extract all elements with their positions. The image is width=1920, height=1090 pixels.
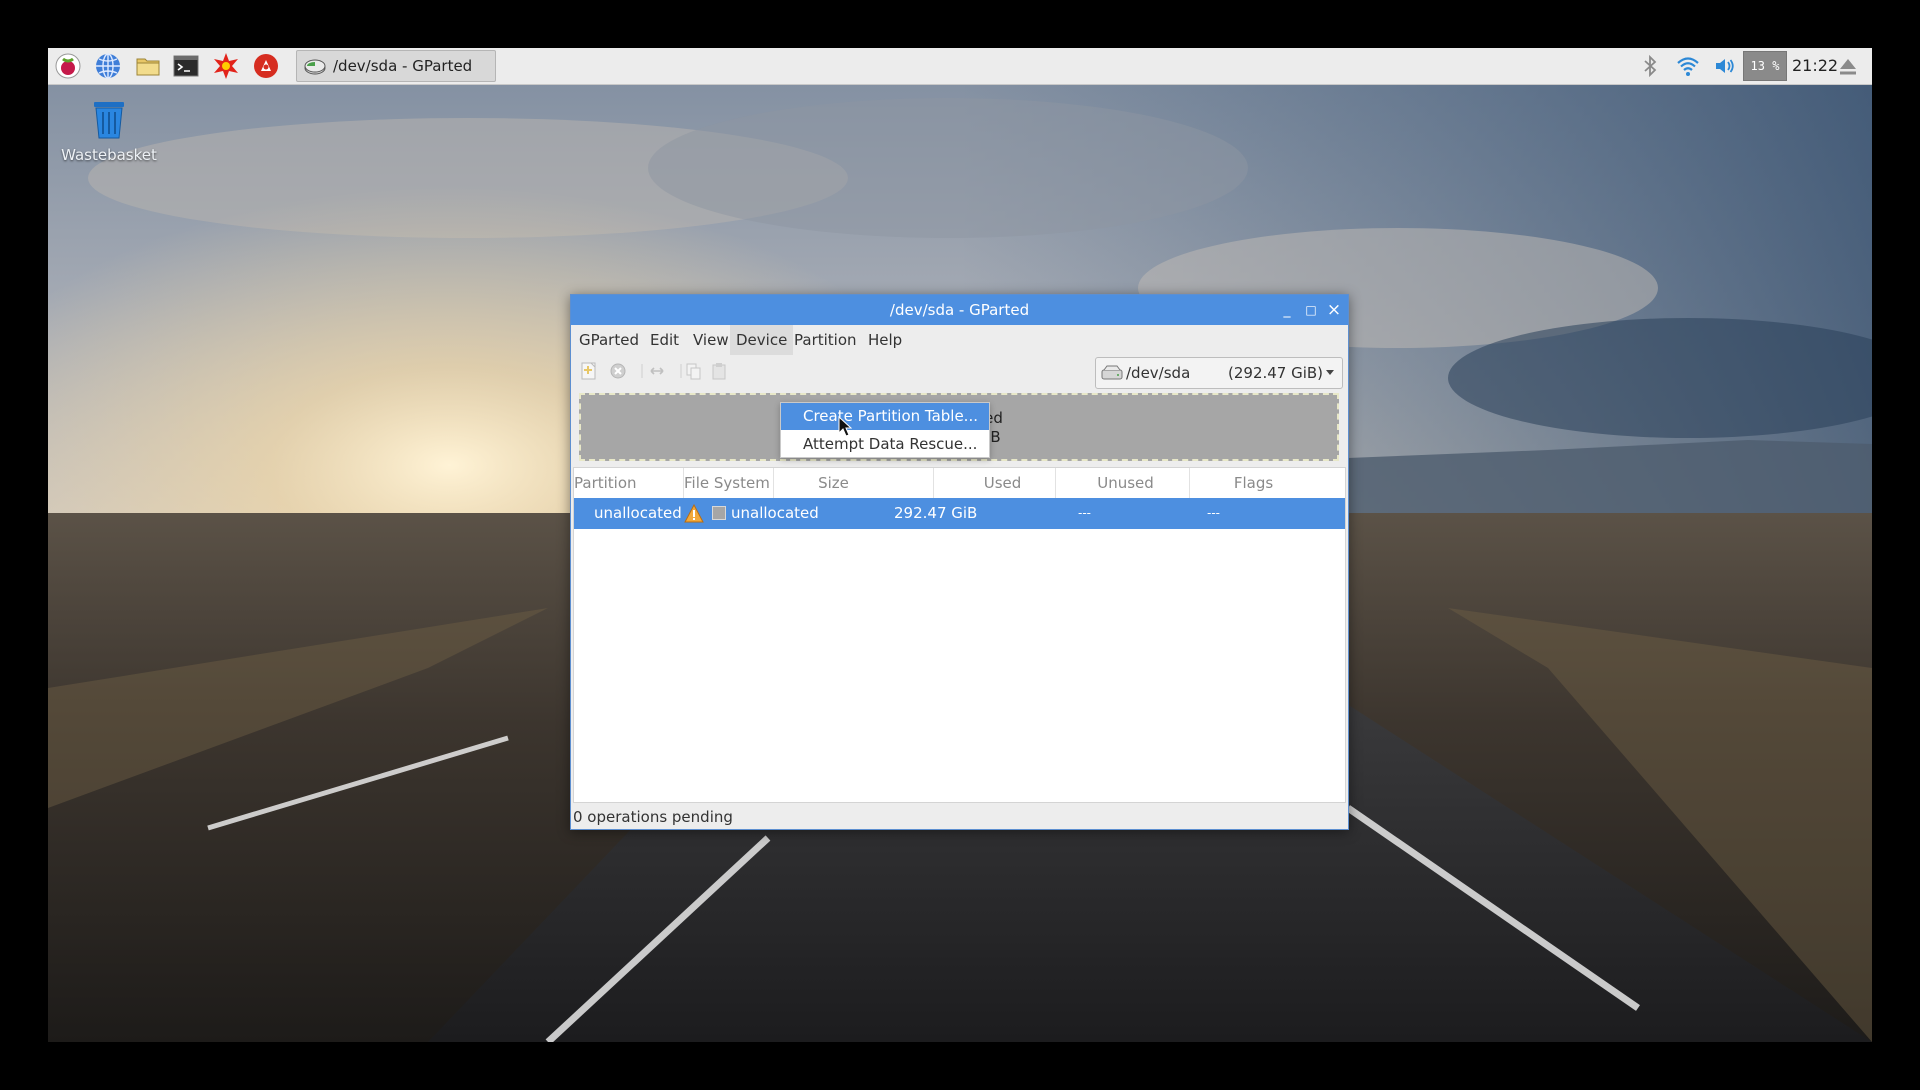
menu-item-attempt-data-rescue[interactable]: Attempt Data Rescue... <box>781 431 989 458</box>
menu-edit[interactable]: Edit <box>644 325 685 355</box>
mouse-pointer-icon <box>838 416 852 437</box>
cell-partition: unallocated <box>594 504 682 522</box>
filesystem-color-swatch <box>712 506 726 520</box>
delete-partition-icon[interactable] <box>608 361 628 381</box>
cell-unused: --- <box>1207 506 1220 520</box>
resize-move-icon[interactable] <box>647 361 667 381</box>
menu-help[interactable]: Help <box>862 325 908 355</box>
top-panel: /dev/sda - GParted 13 % 21:22 <box>48 48 1872 85</box>
menu-device[interactable]: Device <box>730 325 794 355</box>
column-header-used[interactable]: Used <box>934 468 1056 498</box>
column-header-size[interactable]: Size <box>774 468 934 498</box>
column-header-unused[interactable]: Unused <box>1056 468 1190 498</box>
cpu-monitor[interactable]: 13 % <box>1743 51 1787 81</box>
bluetooth-icon[interactable] <box>1638 52 1662 80</box>
close-button[interactable]: × <box>1323 300 1345 320</box>
new-partition-icon[interactable] <box>579 361 599 381</box>
maximize-button[interactable]: □ <box>1300 300 1322 320</box>
cpu-label: 13 % <box>1750 59 1780 73</box>
wolfram-icon[interactable] <box>250 51 282 81</box>
raspberry-menu-icon[interactable] <box>52 51 84 81</box>
status-bar: 0 operations pending <box>573 808 733 826</box>
menu-partition[interactable]: Partition <box>788 325 863 355</box>
desktop-screen: /dev/sda - GParted 13 % 21:22 Wastebaske… <box>48 48 1872 1042</box>
eject-icon[interactable] <box>1834 52 1862 80</box>
column-header-filesystem-label: File System <box>684 474 770 492</box>
gparted-window: /dev/sda - GParted _ □ × GParted Edit Vi… <box>570 294 1349 830</box>
gparted-app-icon <box>304 59 326 75</box>
cell-size: 292.47 GiB <box>894 504 978 522</box>
paste-icon[interactable] <box>709 361 729 381</box>
desktop-wastebasket[interactable]: Wastebasket <box>58 96 160 164</box>
table-row[interactable]: unallocated unallocated 292.47 GiB --- -… <box>574 498 1345 529</box>
device-menu-dropdown: Create Partition Table... Attempt Data R… <box>780 402 990 458</box>
wastebasket-icon <box>94 102 124 139</box>
copy-icon[interactable] <box>684 361 704 381</box>
cell-filesystem: unallocated <box>731 504 819 522</box>
terminal-icon[interactable] <box>170 51 202 81</box>
menu-bar: GParted Edit View Device Partition Help <box>571 325 1348 355</box>
column-header-filesystem[interactable]: File System <box>684 468 774 498</box>
clock[interactable]: 21:22 <box>1792 48 1838 84</box>
partition-table: Partition File System Size Used Unused F… <box>573 467 1346 803</box>
chevron-down-icon <box>1326 370 1334 375</box>
column-header-partition[interactable]: Partition <box>574 468 684 498</box>
toolbar-separator <box>632 361 643 381</box>
device-selector[interactable]: /dev/sda (292.47 GiB) <box>1095 357 1343 389</box>
wastebasket-label: Wastebasket <box>61 146 157 164</box>
column-header-flags[interactable]: Flags <box>1190 468 1347 498</box>
file-manager-icon[interactable] <box>132 51 164 81</box>
menu-view[interactable]: View <box>687 325 735 355</box>
menu-gparted[interactable]: GParted <box>573 325 645 355</box>
cell-used: --- <box>1078 506 1091 520</box>
harddisk-icon <box>1101 365 1123 380</box>
menu-item-create-partition-table[interactable]: Create Partition Table... <box>781 403 989 430</box>
taskbar-label: /dev/sda - GParted <box>333 57 473 75</box>
web-browser-icon[interactable] <box>92 51 124 81</box>
device-name: /dev/sda <box>1126 364 1191 382</box>
window-title: /dev/sda - GParted <box>889 301 1030 319</box>
wifi-icon[interactable] <box>1673 52 1703 80</box>
toolbar-separator <box>671 361 682 381</box>
taskbar-gparted-button[interactable]: /dev/sda - GParted <box>296 50 496 82</box>
device-size: (292.47 GiB) <box>1228 364 1324 382</box>
window-titlebar[interactable]: /dev/sda - GParted _ □ × <box>571 295 1348 325</box>
minimize-button[interactable]: _ <box>1276 300 1298 320</box>
mathematica-icon[interactable] <box>210 51 242 81</box>
warning-icon <box>684 504 704 523</box>
volume-icon[interactable] <box>1710 52 1740 80</box>
table-header: Partition File System Size Used Unused F… <box>574 468 1345 499</box>
